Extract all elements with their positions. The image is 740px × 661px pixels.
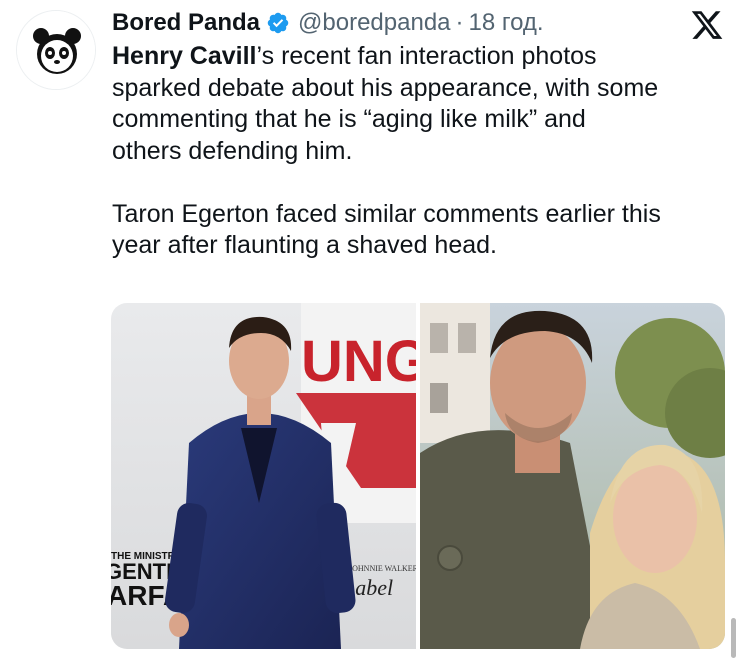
tweet-body: Henry Cavill’s recent fan interaction ph…	[112, 41, 727, 262]
x-logo-icon[interactable]	[690, 8, 724, 42]
banner-title-text: UNG	[301, 329, 416, 394]
tweet-line-1: Henry Cavill’s recent fan interaction ph…	[112, 41, 727, 73]
verified-badge-icon	[267, 12, 289, 34]
author-display-name[interactable]: Bored Panda	[112, 9, 260, 37]
scrollbar-thumb[interactable]	[731, 618, 736, 658]
separator-dot: ·	[455, 9, 464, 36]
tweet-media-grid: UNG THE MINISTRY OF GENTLEMA ARFA JOHNNI…	[111, 303, 725, 649]
tweet-text-segment: ’s recent fan interaction photos	[256, 42, 597, 70]
photo-red-carpet[interactable]: UNG THE MINISTRY OF GENTLEMA ARFA JOHNNI…	[111, 303, 416, 649]
tweet-header: Bored Panda @boredpanda · 18 год.	[112, 5, 544, 41]
tweet-line-2: sparked debate about his appearance, wit…	[112, 73, 659, 102]
tweet-line-4: others defending him.	[112, 136, 353, 165]
mention-henry-cavill[interactable]: Henry Cavill	[112, 42, 257, 70]
tweet-line-3: commenting that he is “aging like milk” …	[112, 105, 586, 133]
author-handle[interactable]: @boredpanda	[298, 9, 450, 37]
tweet-timestamp[interactable]: 18 год.	[469, 9, 544, 37]
sponsor-small-text: JOHNNIE WALKER	[349, 564, 416, 573]
tweet-line-6: year after flaunting a shaved head.	[112, 231, 497, 259]
author-avatar[interactable]	[16, 10, 96, 90]
panda-logo-icon	[17, 11, 95, 89]
tweet-line-5: Taron Egerton faced similar comments ear…	[112, 199, 661, 228]
photo-fan-selfie[interactable]	[420, 303, 725, 649]
